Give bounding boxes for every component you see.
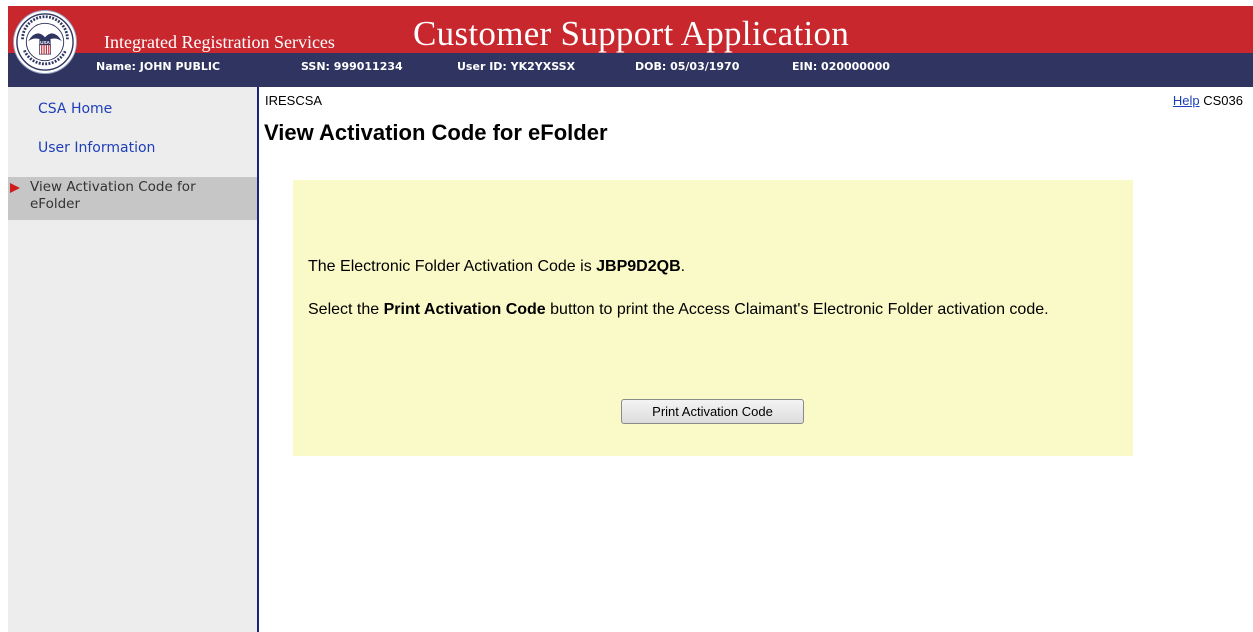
sidebar-item-label: View Activation Code for eFolder bbox=[30, 179, 196, 212]
print-instructions: Select the Print Activation Code button … bbox=[308, 298, 1118, 321]
message-text: The Electronic Folder Activation Code is bbox=[308, 258, 597, 275]
instruction-emphasis: Print Activation Code bbox=[383, 301, 546, 318]
instruction-text: button to print the Access Claimant's El… bbox=[545, 301, 1049, 318]
app-title: Customer Support Application bbox=[413, 14, 850, 53]
message-text: . bbox=[680, 258, 686, 275]
activation-code-message: The Electronic Folder Activation Code is… bbox=[308, 258, 685, 276]
app-subtitle: Integrated Registration Services bbox=[104, 32, 335, 52]
activation-code-panel: The Electronic Folder Activation Code is… bbox=[293, 180, 1133, 456]
user-name: Name: JOHN PUBLIC bbox=[96, 60, 221, 73]
screen-id: IRESCSA bbox=[265, 93, 323, 108]
sidebar-item-user-information[interactable]: User Information bbox=[38, 140, 155, 156]
help-area: Help CS036 bbox=[1173, 93, 1243, 108]
sidebar-nav: CSA Home User Information View Activatio… bbox=[8, 87, 259, 632]
sidebar-item-view-activation-code[interactable]: View Activation Code for eFolder bbox=[8, 177, 257, 220]
svg-text:USA: USA bbox=[40, 40, 50, 45]
header-banner: Integrated Registration Services Custome… bbox=[8, 6, 1253, 53]
sidebar-item-csa-home[interactable]: CSA Home bbox=[38, 101, 112, 117]
user-id: User ID: YK2YXSSX bbox=[457, 60, 576, 73]
instruction-text: Select the bbox=[308, 301, 384, 318]
activation-code-value: JBP9D2QB bbox=[596, 258, 681, 275]
screen-code: CS036 bbox=[1203, 93, 1243, 108]
print-activation-code-button[interactable]: Print Activation Code bbox=[621, 399, 804, 424]
ssa-seal-logo: USA bbox=[14, 11, 76, 73]
user-dob: DOB: 05/03/1970 bbox=[635, 60, 740, 73]
page-title: View Activation Code for eFolder bbox=[264, 120, 608, 145]
user-ssn: SSN: 999011234 bbox=[301, 60, 403, 73]
user-info-bar: Name: JOHN PUBLIC SSN: 999011234 User ID… bbox=[8, 53, 1253, 87]
user-ein: EIN: 020000000 bbox=[792, 60, 890, 73]
arrow-right-icon bbox=[10, 183, 20, 193]
help-link[interactable]: Help bbox=[1173, 93, 1200, 108]
